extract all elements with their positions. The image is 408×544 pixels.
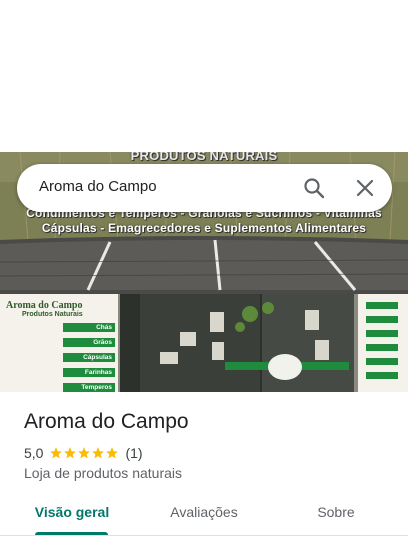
star-icon (50, 447, 63, 459)
panel-tag-temperos: Temperos (63, 383, 115, 392)
panel-tag-graos: Grãos (63, 338, 115, 347)
panel-right-tag (366, 330, 398, 337)
storefront-left-panel: Aroma do Campo Produtos Naturais Chás Gr… (0, 294, 118, 392)
star-icon (106, 447, 119, 459)
rating-value: 5,0 (24, 445, 44, 461)
panel-right-tag (366, 316, 398, 323)
tab-reviews[interactable]: Avaliações (154, 504, 254, 520)
active-tab-indicator (35, 532, 108, 535)
sign-line-2: Cápsulas - Emagrecedores e Suplementos A… (41, 221, 367, 235)
review-count[interactable]: (1) (125, 445, 142, 461)
place-title: Aroma do Campo (24, 410, 189, 433)
tab-overview[interactable]: Visão geral (22, 504, 122, 520)
panel-subtitle: Produtos Naturais (22, 311, 83, 318)
star-icon (92, 447, 105, 459)
place-category[interactable]: Loja de produtos naturais (24, 465, 182, 481)
search-icon[interactable] (302, 176, 326, 200)
tab-bar: Visão geral Avaliações Sobre (0, 496, 408, 536)
map-area-blank (0, 0, 408, 152)
close-icon[interactable] (353, 176, 377, 200)
rating-row[interactable]: 5,0 (1) (24, 444, 143, 462)
panel-right-tag (366, 302, 398, 309)
sign-top-text: PRODUTOS NATURAIS (130, 152, 278, 163)
panel-right-tag (366, 358, 398, 365)
storefront-right-panel (358, 294, 408, 392)
panel-right-tag (366, 372, 398, 379)
panel-right-tag (366, 344, 398, 351)
rating-stars (49, 446, 119, 460)
search-input[interactable]: Aroma do Campo (39, 178, 157, 195)
panel-tag-capsulas: Cápsulas (63, 353, 115, 362)
panel-tag-farinhas: Farinhas (63, 368, 115, 377)
tab-about[interactable]: Sobre (286, 504, 386, 520)
panel-title: Aroma do Campo (6, 300, 83, 311)
panel-tag-chas: Chás (63, 323, 115, 332)
star-icon (64, 447, 77, 459)
star-icon (78, 447, 91, 459)
search-bar[interactable]: Aroma do Campo (17, 164, 392, 212)
